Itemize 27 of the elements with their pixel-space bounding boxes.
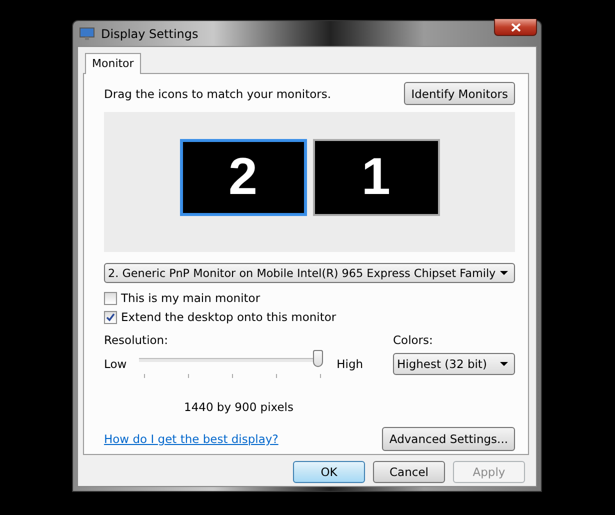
monitor-icon (79, 26, 95, 40)
resolution-label: Resolution: (104, 333, 169, 347)
window-title: Display Settings (101, 26, 198, 40)
instruction-text: Drag the icons to match your monitors. (104, 86, 331, 100)
help-link[interactable]: How do I get the best display? (104, 432, 278, 446)
colors-label: Colors: (393, 333, 434, 347)
checkbox[interactable] (104, 310, 117, 324)
checkbox-option[interactable]: This is my main monitor (104, 291, 515, 305)
checkbox[interactable] (104, 292, 117, 304)
monitor-dropdown[interactable]: 2. Generic PnP Monitor on Mobile Intel(R) 965 Express Chipset Family (104, 263, 515, 283)
dropdown-arrow-icon (500, 271, 508, 275)
monitor-tile[interactable]: 2 (180, 138, 306, 216)
monitor-tab[interactable]: Monitor (85, 53, 141, 74)
dropdown-arrow-icon (500, 362, 508, 366)
colors-dropdown[interactable]: Highest (32 bit) (393, 353, 515, 375)
advanced-settings-button[interactable]: Advanced Settings... (382, 427, 515, 451)
ok-button[interactable]: OK (293, 461, 365, 483)
high-label: High (336, 357, 364, 371)
cancel-button[interactable]: Cancel (373, 461, 445, 483)
close-icon (510, 22, 520, 32)
checkbox-option[interactable]: Extend the desktop onto this monitor (104, 310, 515, 324)
identify-monitors-button[interactable]: Identify Monitors (404, 82, 515, 105)
resolution-value: 1440 by 900 pixels (184, 400, 294, 414)
close-button[interactable] (494, 19, 537, 36)
low-label: Low (104, 357, 127, 371)
monitor-tile[interactable]: 1 (312, 138, 440, 216)
slider-thumb[interactable] (312, 350, 323, 367)
